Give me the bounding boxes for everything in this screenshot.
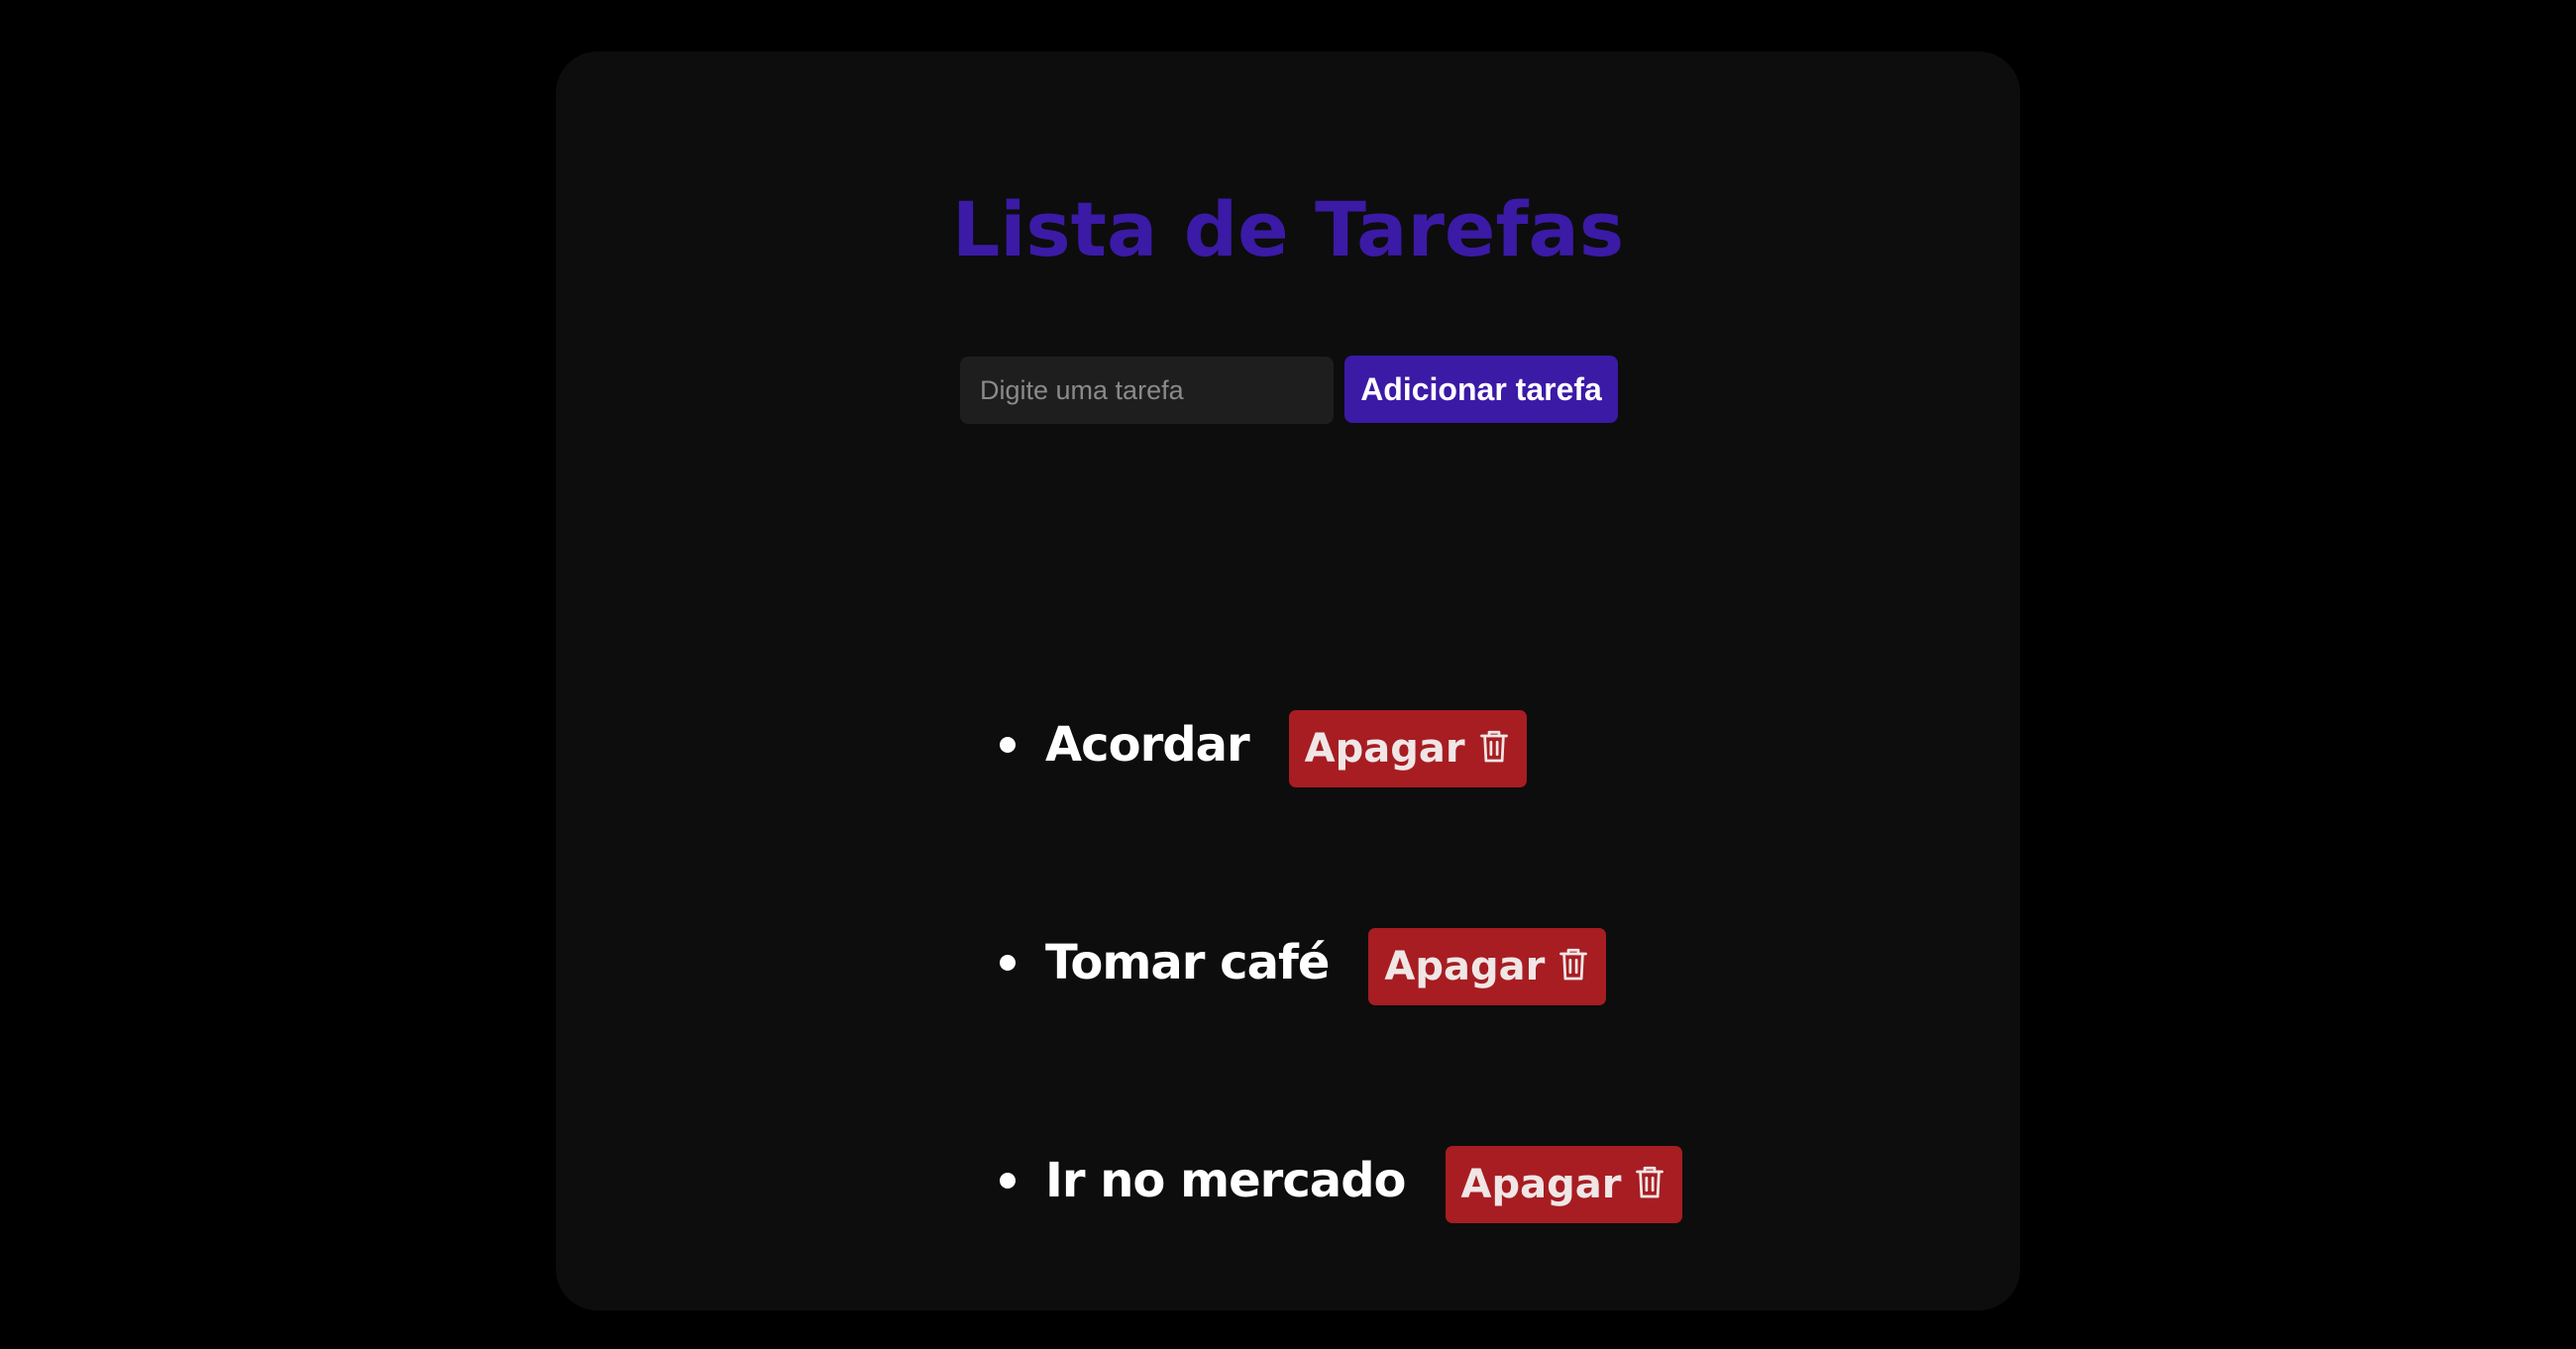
bullet-icon xyxy=(1000,737,1016,753)
delete-button-label: Apagar xyxy=(1304,726,1465,772)
delete-task-button[interactable]: Apagar xyxy=(1288,710,1527,787)
delete-button-label: Apagar xyxy=(1460,1162,1622,1207)
bullet-icon xyxy=(1000,1173,1016,1189)
task-item: Tomar café Apagar xyxy=(992,854,1682,1072)
task-label: Tomar café xyxy=(1045,935,1330,990)
trash-icon xyxy=(1635,1164,1664,1199)
delete-task-button[interactable]: Apagar xyxy=(1445,1146,1683,1223)
delete-button-label: Apagar xyxy=(1384,944,1546,989)
task-input[interactable] xyxy=(960,357,1334,424)
task-list: Acordar Apagar Tomar café Apagar Ir no m… xyxy=(992,636,1683,1290)
task-label: Acordar xyxy=(1045,717,1250,773)
page-title: Lista de Tarefas xyxy=(951,185,1625,273)
todo-card: Lista de Tarefas Adicionar tarefa Acorda… xyxy=(556,52,2020,1310)
delete-task-button[interactable]: Apagar xyxy=(1368,928,1607,1005)
add-task-button[interactable]: Adicionar tarefa xyxy=(1344,356,1618,423)
trash-icon xyxy=(1558,946,1588,982)
task-item: Ir no mercado Apagar xyxy=(992,1072,1683,1290)
task-item: Acordar Apagar xyxy=(992,636,1682,854)
trash-icon xyxy=(1479,728,1509,764)
task-label: Ir no mercado xyxy=(1045,1153,1407,1208)
bullet-icon xyxy=(1000,955,1016,971)
